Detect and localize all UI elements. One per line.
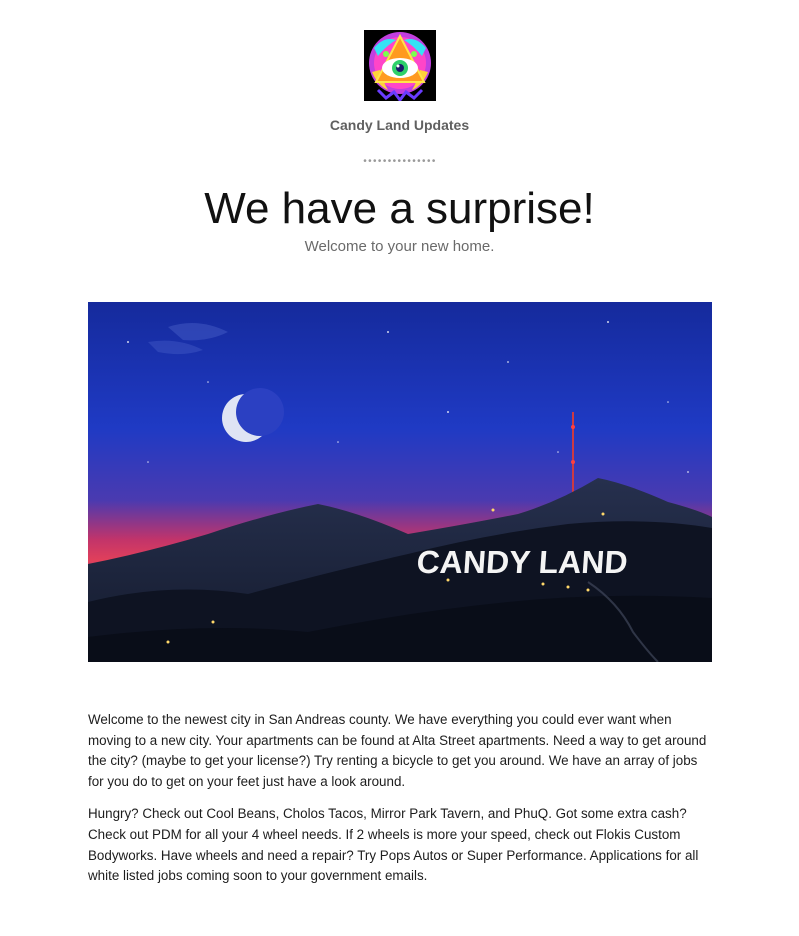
eye-pyramid-logo-icon xyxy=(364,30,436,103)
night-hills-banner: CANDY LAND xyxy=(88,302,712,662)
divider: ••••••••••••••• xyxy=(363,156,437,167)
logo xyxy=(364,30,436,103)
org-name: Candy Land Updates xyxy=(329,117,470,133)
banner-sign-text: CANDY LAND xyxy=(416,544,629,580)
body-paragraph: Welcome to the newest city in San Andrea… xyxy=(88,712,707,789)
page-title: We have a surprise! xyxy=(204,184,595,233)
hero-image: CANDY LAND xyxy=(88,302,712,662)
page-subtitle: Welcome to your new home. xyxy=(304,238,495,255)
body-text: Welcome to the newest city in San Andrea… xyxy=(88,710,712,899)
body-paragraph: Hungry? Check out Cool Beans, Cholos Tac… xyxy=(88,806,699,884)
